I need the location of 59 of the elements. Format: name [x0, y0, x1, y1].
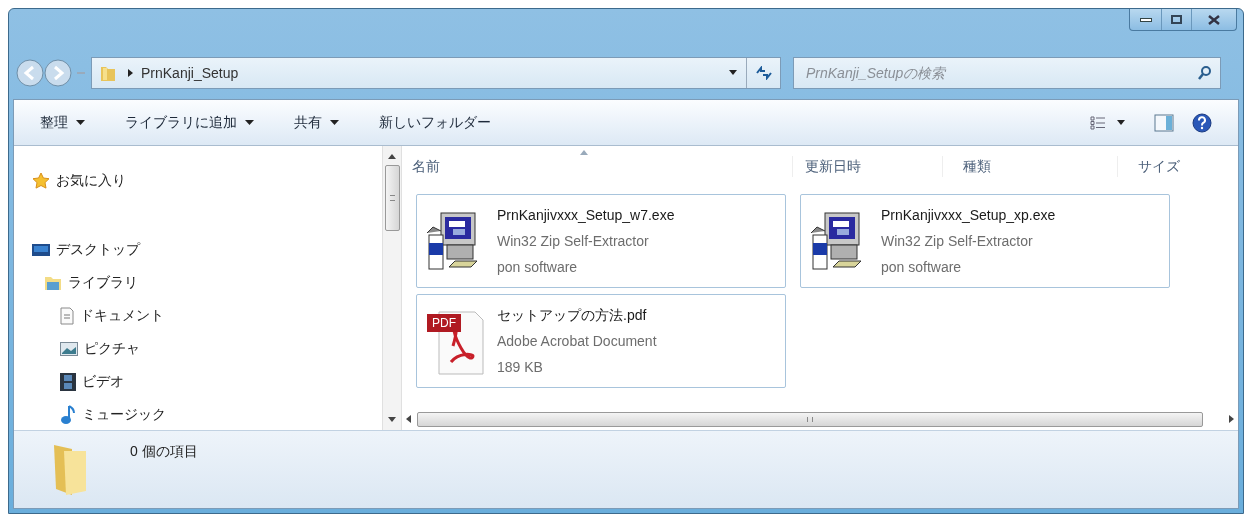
- toolbar-button[interactable]: 共有: [294, 112, 339, 133]
- toolbar-button[interactable]: 新しいフォルダー: [379, 112, 491, 133]
- folder-icon: [100, 64, 116, 82]
- vertical-scrollbar[interactable]: [382, 146, 402, 430]
- scroll-up-icon[interactable]: [388, 154, 396, 159]
- star-icon: [32, 171, 50, 190]
- file-type: Win32 Zip Self-Extractor: [497, 232, 650, 251]
- path-text[interactable]: PrnKanji_Setup: [141, 62, 239, 84]
- view-options-button[interactable]: [1090, 115, 1126, 130]
- search-field[interactable]: PrnKanji_Setupの検索: [793, 57, 1221, 89]
- picture-icon: [60, 341, 78, 356]
- sidebar-item[interactable]: お気に入り: [32, 164, 126, 197]
- breadcrumb-arrow-icon[interactable]: [128, 69, 133, 77]
- close-icon: [1208, 14, 1220, 25]
- search-icon[interactable]: [1197, 65, 1213, 81]
- scroll-right-icon[interactable]: [1229, 415, 1234, 423]
- file-name: PrnKanjivxxx_Setup_w7.exe: [497, 206, 675, 225]
- file-detail: pon software: [497, 258, 579, 277]
- monitor-icon: [32, 242, 50, 257]
- file-detail: pon software: [881, 258, 963, 277]
- item-count: 0 個の項目: [130, 442, 198, 461]
- scroll-left-icon[interactable]: [406, 415, 411, 423]
- document-icon: [60, 306, 74, 325]
- caret-icon: [1116, 119, 1126, 126]
- film-icon: [60, 372, 76, 391]
- file-tile[interactable]: PDF セットアップの方法.pdf Adobe Acrobat Document 189 KB: [416, 294, 786, 388]
- sort-arrow-icon: [580, 150, 588, 155]
- music-note-icon: [60, 404, 76, 425]
- caret-icon: [76, 120, 85, 125]
- column-header[interactable]: 種類: [942, 155, 1117, 177]
- file-type: Adobe Acrobat Document: [497, 332, 657, 351]
- sidebar-item[interactable]: ライブラリ: [44, 266, 138, 299]
- sidebar-item[interactable]: ピクチャ: [60, 332, 140, 365]
- back-button[interactable]: [15, 58, 45, 88]
- toolbar-button[interactable]: ライブラリに追加: [125, 112, 254, 133]
- forward-button[interactable]: [43, 58, 73, 88]
- sidebar-item[interactable]: デスクトップ: [32, 233, 140, 266]
- sidebar-item[interactable]: ドキュメント: [60, 299, 164, 332]
- caret-icon: [330, 120, 339, 125]
- scroll-down-icon[interactable]: [388, 417, 396, 422]
- column-header[interactable]: 名前: [402, 155, 792, 177]
- column-header[interactable]: 更新日時: [792, 155, 942, 177]
- refresh-icon: [754, 66, 773, 80]
- sidebar-item[interactable]: ミュージック: [60, 398, 166, 430]
- address-bar[interactable]: PrnKanji_Setup: [91, 57, 781, 89]
- file-tile[interactable]: PrnKanjivxxx_Setup_w7.exe Win32 Zip Self-Extractor pon software: [416, 194, 786, 288]
- file-type: Win32 Zip Self-Extractor: [881, 232, 1034, 251]
- file-detail: 189 KB: [497, 358, 544, 377]
- file-tile[interactable]: PrnKanjivxxx_Setup_xp.exe Win32 Zip Self-Extractor pon software: [800, 194, 1170, 288]
- file-name: セットアップの方法.pdf: [497, 306, 648, 325]
- list-view-icon: [1090, 115, 1106, 130]
- horizontal-scrollbar[interactable]: [406, 410, 1234, 428]
- toolbar-button[interactable]: 整理: [40, 112, 85, 133]
- sidebar-item[interactable]: ビデオ: [60, 365, 124, 398]
- file-name: PrnKanjivxxx_Setup_xp.exe: [881, 206, 1056, 225]
- dropdown-arrow-icon[interactable]: [728, 70, 738, 76]
- caret-icon: [245, 120, 254, 125]
- help-icon[interactable]: [1192, 112, 1212, 133]
- column-header[interactable]: サイズ: [1117, 155, 1207, 177]
